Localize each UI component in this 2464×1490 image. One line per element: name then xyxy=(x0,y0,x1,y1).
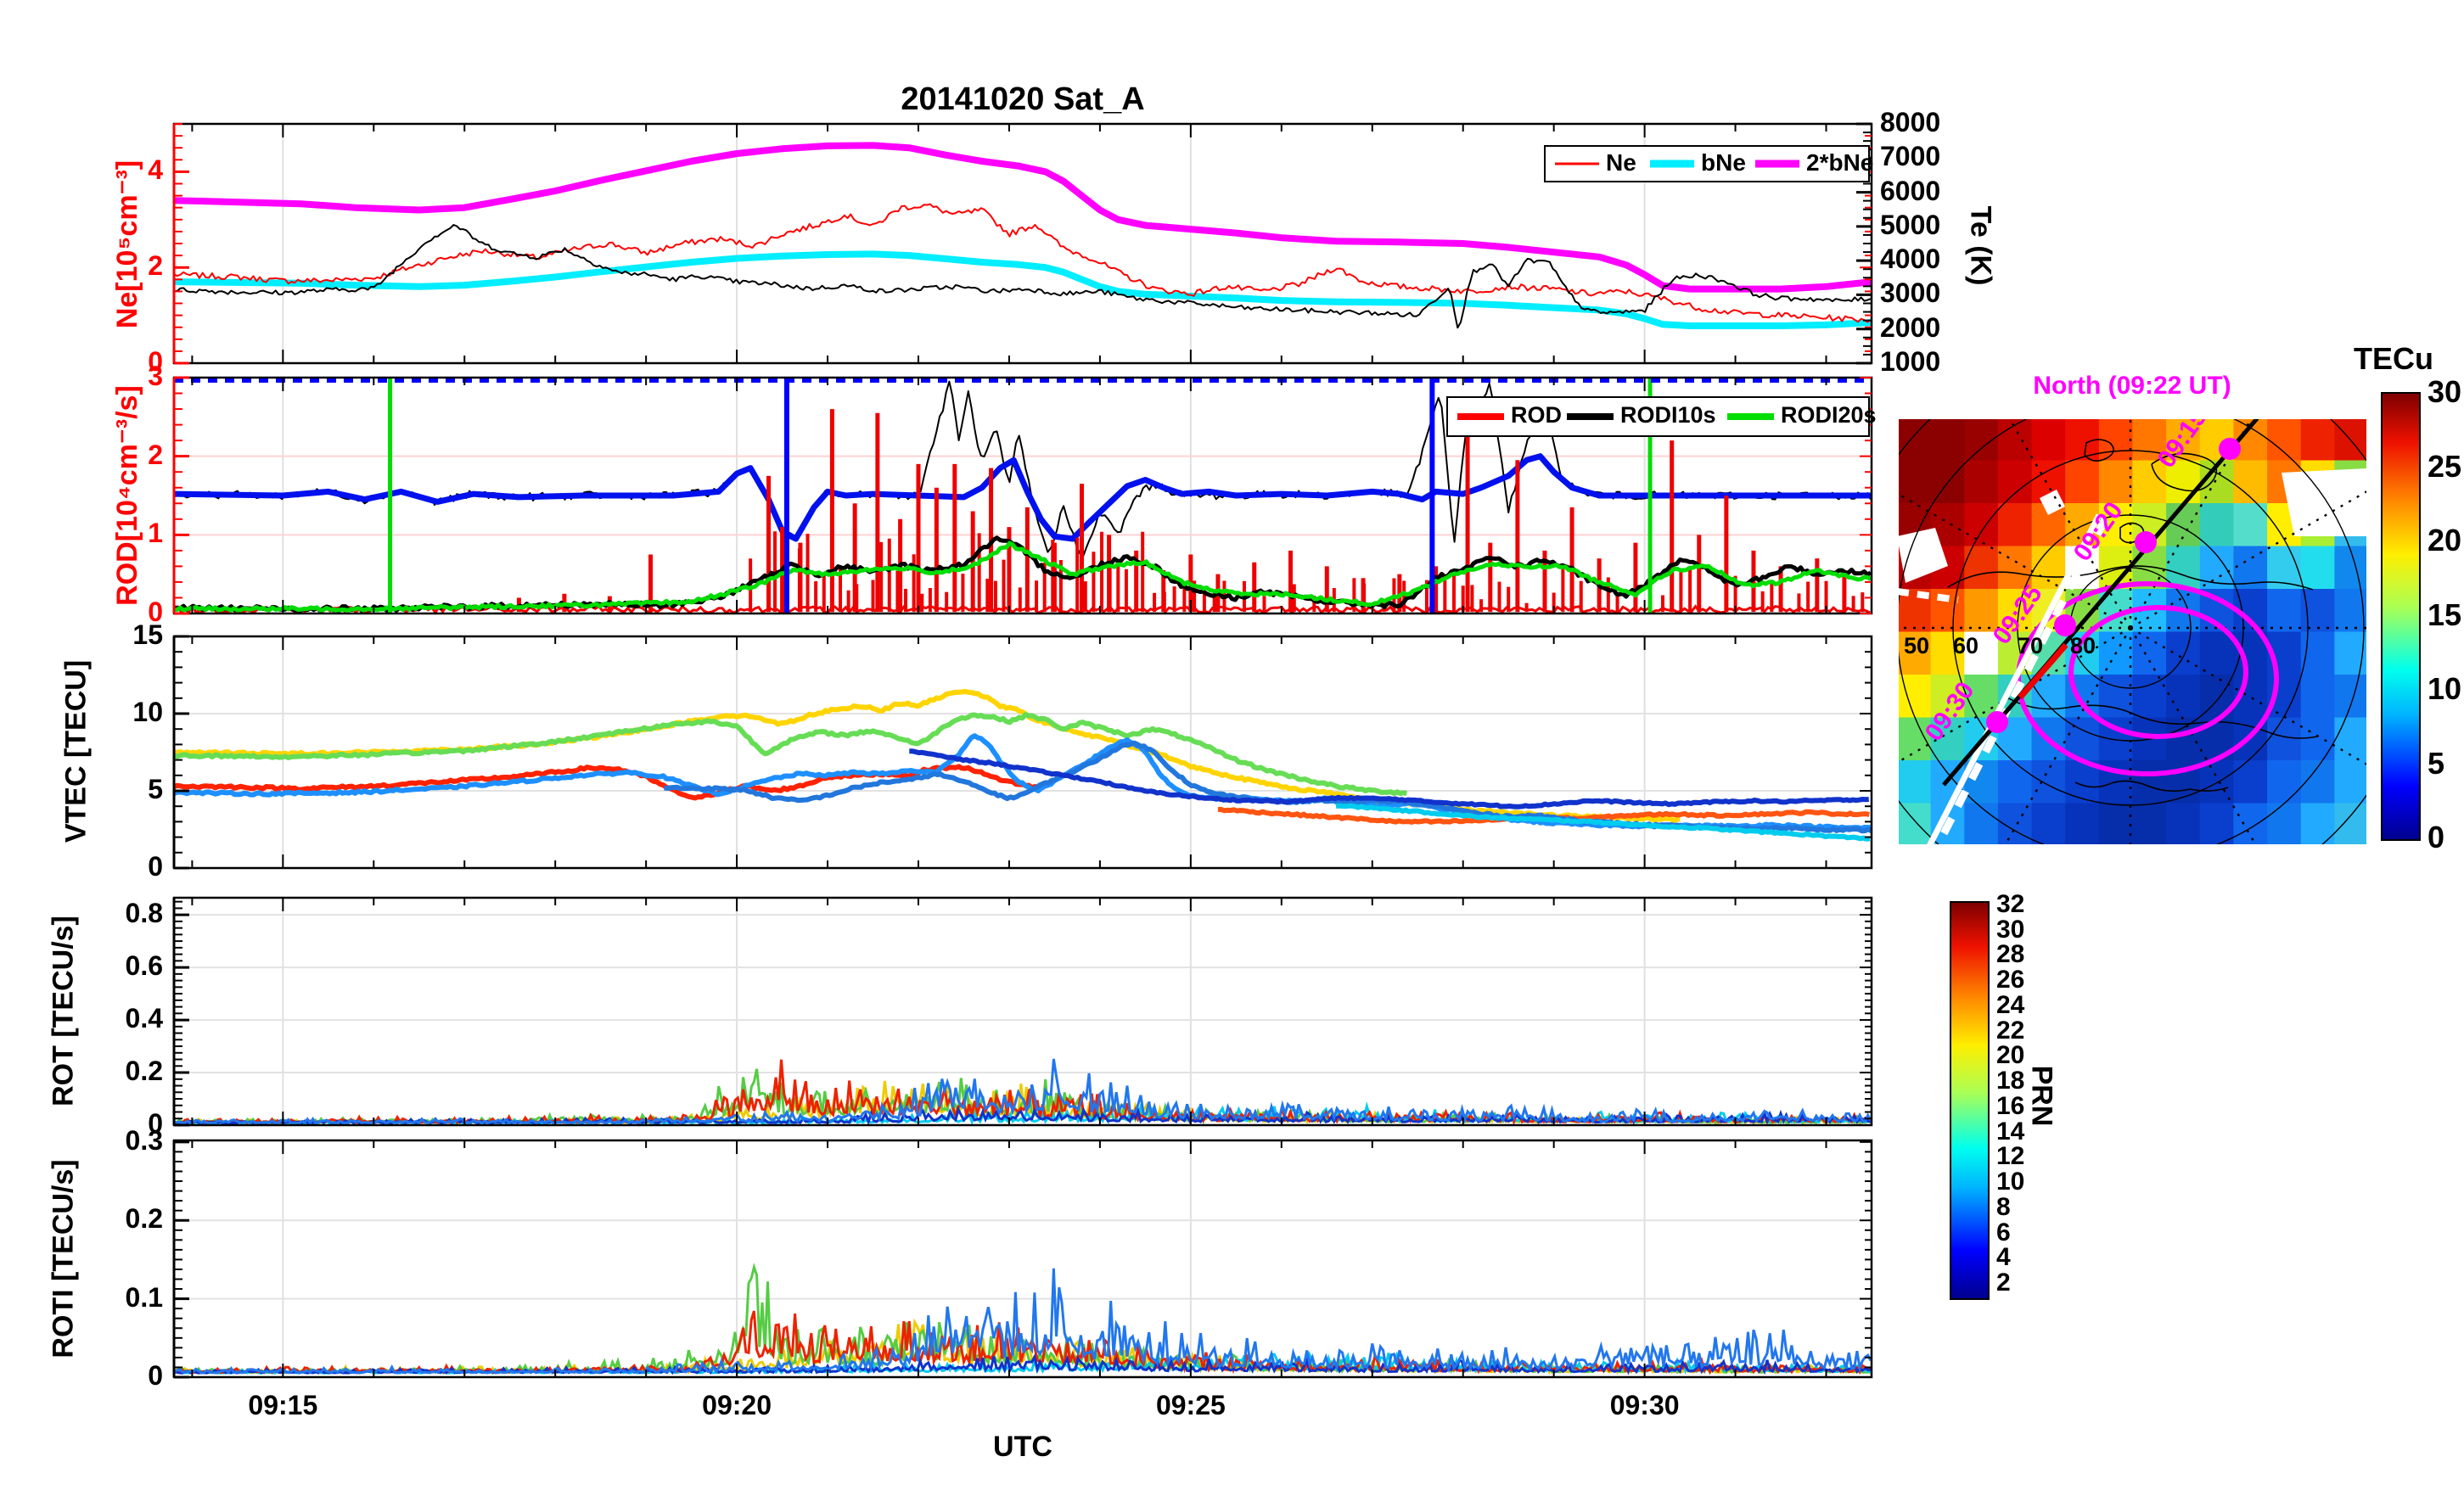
ytick-rod: 1 xyxy=(148,518,163,549)
xtick-09:30: 09:30 xyxy=(1609,1390,1680,1420)
ytick-rot: 0.8 xyxy=(125,898,163,929)
tecu-tick-25: 25 xyxy=(2428,448,2462,484)
map-lat-50: 50 xyxy=(1904,633,1929,658)
figure-canvas: 20141020 Sat_A Ne[10⁵cm⁻³] ROD[10⁴cm⁻³/s… xyxy=(0,0,2464,1490)
ytick-rod: 2 xyxy=(148,439,163,470)
map-lat-70: 70 xyxy=(2018,633,2043,658)
xtick-09:25: 09:25 xyxy=(1155,1390,1226,1420)
xtick-09:20: 09:20 xyxy=(702,1390,772,1420)
legend-RODI20s: RODI20s xyxy=(1781,402,1877,429)
tecu-tick-15: 15 xyxy=(2428,597,2462,632)
te-tick: 4000 xyxy=(1880,244,1941,275)
ytick-rot: 0.6 xyxy=(125,950,163,982)
prn-tick-2: 2 xyxy=(1996,1269,2011,1297)
ytick-roti: 0 xyxy=(148,1360,163,1391)
legend-RODI10s: RODI10s xyxy=(1620,402,1716,429)
tecu-tick-10: 10 xyxy=(2428,671,2462,706)
legend-Ne: Ne xyxy=(1606,148,1636,176)
ytick-vtec: 5 xyxy=(148,774,163,804)
map-lat-80: 80 xyxy=(2070,633,2096,658)
tecu-tick-0: 0 xyxy=(2428,820,2445,854)
ytick-roti: 0.1 xyxy=(125,1281,163,1313)
legend-2*bNe: 2*bNe xyxy=(1806,148,1874,176)
xtick-09:15: 09:15 xyxy=(248,1390,318,1420)
te-tick: 8000 xyxy=(1880,107,1941,137)
legend-ROD: ROD xyxy=(1511,402,1562,429)
ytick-rot: 0.4 xyxy=(125,1003,163,1034)
tecu-tick-5: 5 xyxy=(2428,745,2445,781)
ytick-roti: 0.2 xyxy=(125,1203,163,1235)
te-tick: 6000 xyxy=(1880,175,1941,206)
te-tick: 5000 xyxy=(1880,209,1941,240)
ytick-ne-te: 2 xyxy=(148,250,163,282)
ytick-ne-te: 4 xyxy=(148,154,163,186)
ytick-rot: 0.2 xyxy=(125,1056,163,1087)
te-tick: 1000 xyxy=(1880,346,1941,377)
ytick-rod: 3 xyxy=(148,361,163,391)
ytick-vtec: 0 xyxy=(148,851,163,882)
ytick-roti: 0.3 xyxy=(125,1124,163,1156)
tecu-tick-20: 20 xyxy=(2428,523,2462,557)
legend-bNe: bNe xyxy=(1701,148,1746,176)
ytick-vtec: 10 xyxy=(132,697,163,727)
map-lat-60: 60 xyxy=(1953,633,1978,658)
polar-tec-map: 09:1509:2009:2509:3050 60 70 80 xyxy=(1897,417,2368,846)
te-tick: 3000 xyxy=(1880,277,1941,309)
tecu-tick-30: 30 xyxy=(2428,374,2462,409)
te-tick: 7000 xyxy=(1880,141,1941,172)
ytick-vtec: 15 xyxy=(132,619,163,650)
te-tick: 2000 xyxy=(1880,311,1941,343)
